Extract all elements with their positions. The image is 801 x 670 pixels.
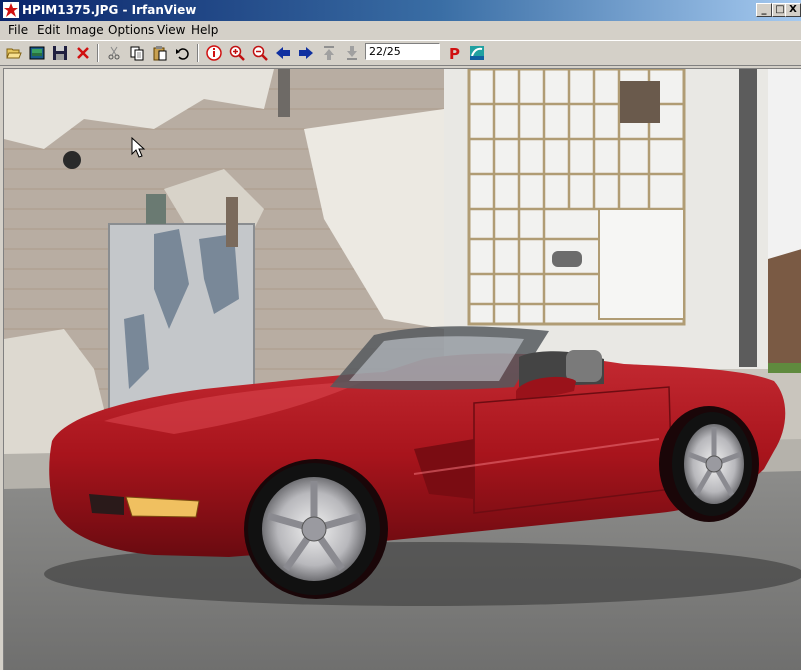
delete-icon[interactable] [73, 44, 93, 62]
menu-help[interactable]: Help [191, 23, 218, 37]
cut-icon[interactable] [104, 44, 124, 62]
title-bar: HPIM1375.JPG - IrfanView _ □ X [0, 0, 801, 21]
toolbar-separator [97, 44, 99, 62]
previous-icon[interactable] [273, 44, 293, 62]
menu-view[interactable]: View [157, 23, 185, 37]
last-icon[interactable] [342, 44, 362, 62]
minimize-button[interactable]: _ [756, 3, 772, 17]
open-folder-icon[interactable] [4, 44, 24, 62]
menu-file[interactable]: File [8, 23, 28, 37]
info-icon[interactable] [204, 44, 224, 62]
page-indicator[interactable]: 22/25 [365, 43, 440, 60]
paint-icon[interactable] [467, 44, 487, 62]
svg-text:P: P [449, 45, 460, 61]
zoom-in-icon[interactable] [227, 44, 247, 62]
close-button[interactable]: X [785, 3, 801, 17]
menu-image[interactable]: Image [66, 23, 104, 37]
print-icon[interactable]: P [444, 44, 464, 62]
paste-icon[interactable] [150, 44, 170, 62]
slideshow-icon[interactable] [27, 44, 47, 62]
menu-options[interactable]: Options [108, 23, 154, 37]
corvette-photo [4, 69, 801, 670]
copy-icon[interactable] [127, 44, 147, 62]
menu-edit[interactable]: Edit [37, 23, 60, 37]
window-title: HPIM1375.JPG - IrfanView [22, 3, 197, 17]
undo-icon[interactable] [173, 44, 193, 62]
next-icon[interactable] [296, 44, 316, 62]
save-icon[interactable] [50, 44, 70, 62]
first-icon[interactable] [319, 44, 339, 62]
menu-bar: File Edit Image Options View Help [0, 21, 801, 40]
mouse-cursor-icon [131, 137, 146, 158]
image-viewport[interactable] [3, 68, 801, 670]
zoom-out-icon[interactable] [250, 44, 270, 62]
toolbar-separator [197, 44, 199, 62]
irfanview-app-icon[interactable] [3, 2, 19, 18]
